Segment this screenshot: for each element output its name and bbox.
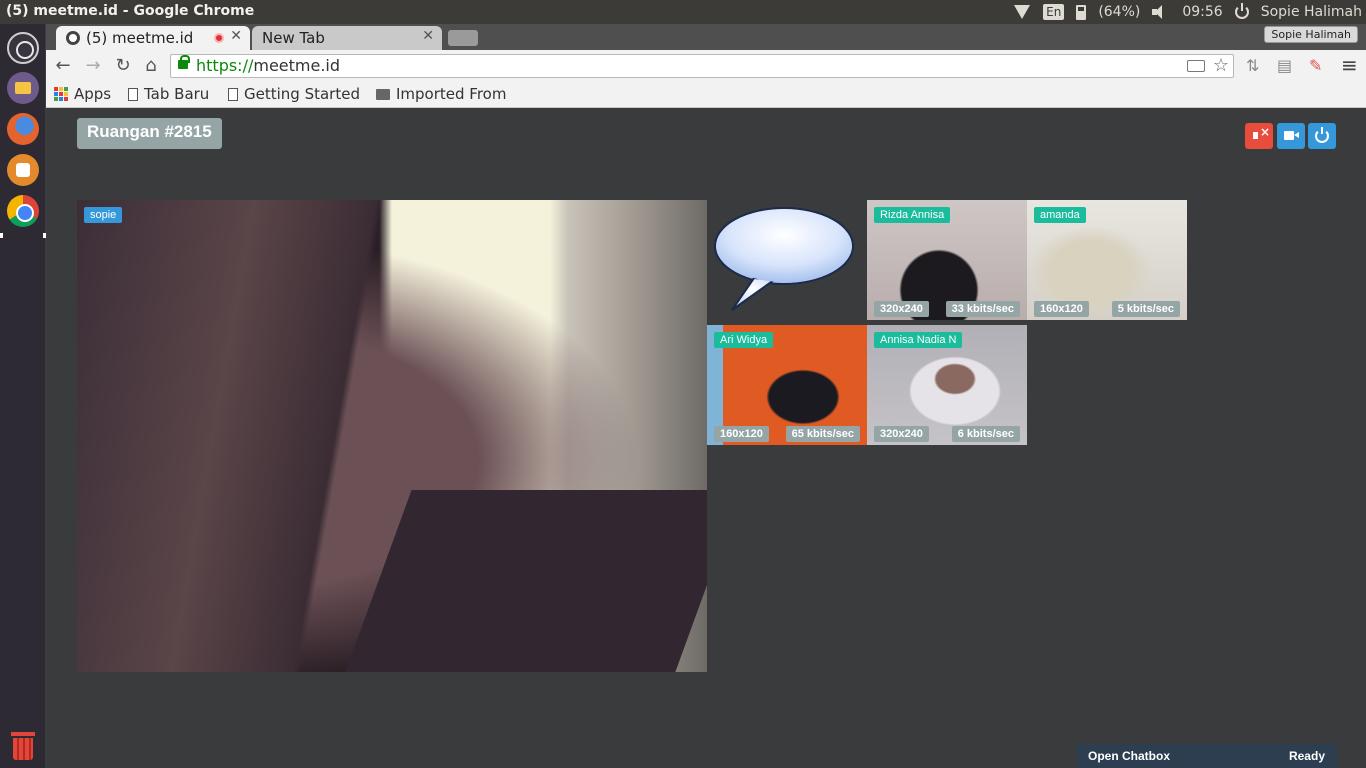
participant-video[interactable]: Rizda Annisa 320x240 33 kbits/sec bbox=[867, 200, 1027, 320]
chatbox-bar[interactable]: Open Chatbox Ready bbox=[1077, 744, 1337, 768]
participant-video[interactable]: Ari Widya 160x120 65 kbits/sec bbox=[707, 325, 867, 445]
participant-name-tag: Ari Widya bbox=[714, 332, 774, 348]
volume-icon[interactable] bbox=[1152, 5, 1170, 19]
folder-icon bbox=[376, 88, 390, 100]
home-icon[interactable]: ⌂ bbox=[140, 55, 162, 77]
back-icon[interactable]: ← bbox=[52, 55, 74, 77]
chrome-icon[interactable] bbox=[7, 195, 39, 227]
apps-grid-icon bbox=[54, 87, 68, 101]
page-icon bbox=[228, 87, 238, 101]
resolution-badge: 320x240 bbox=[874, 426, 929, 442]
camera-in-use-icon[interactable] bbox=[1187, 60, 1205, 72]
bookmark-getting-started[interactable]: Getting Started bbox=[228, 85, 360, 103]
bitrate-badge: 5 kbits/sec bbox=[1111, 301, 1180, 317]
participant-video[interactable]: amanda 160x120 5 kbits/sec bbox=[1027, 200, 1187, 320]
meetme-favicon-icon bbox=[66, 31, 80, 45]
chat-status: Ready bbox=[1288, 749, 1325, 763]
bitrate-badge: 6 kbits/sec bbox=[951, 426, 1020, 442]
extension-icon[interactable]: ⇅ bbox=[1246, 56, 1259, 75]
address-bar[interactable]: https://meetme.id ☆ bbox=[170, 54, 1234, 78]
bookmark-apps[interactable]: Apps bbox=[54, 85, 111, 103]
bookmarks-bar: Apps Tab Baru Getting Started Imported F… bbox=[46, 82, 1366, 108]
participant-name-tag: Annisa Nadia N bbox=[874, 332, 963, 348]
window-title: (5) meetme.id - Google Chrome bbox=[6, 3, 255, 19]
power-icon bbox=[1315, 127, 1329, 143]
dash-home-icon[interactable] bbox=[7, 32, 39, 64]
forward-icon[interactable]: → bbox=[82, 55, 104, 77]
bitrate-badge: 33 kbits/sec bbox=[945, 301, 1020, 317]
room-title: Ruangan #2815 bbox=[77, 118, 222, 149]
bookmark-tab-baru[interactable]: Tab Baru bbox=[128, 85, 209, 103]
speaker-mute-icon bbox=[1253, 125, 1270, 139]
new-tab-button[interactable] bbox=[448, 30, 478, 46]
eraser-extension-icon[interactable]: ✎ bbox=[1309, 56, 1322, 75]
page-content: Ruangan #2815 sopie Rizda Annisa 320x240… bbox=[46, 108, 1366, 768]
firefox-icon[interactable] bbox=[7, 113, 39, 145]
resolution-badge: 320x240 bbox=[874, 301, 929, 317]
tab-strip: (5) meetme.id ✕ New Tab ✕ Sopie Halimah bbox=[46, 24, 1366, 50]
battery-icon[interactable] bbox=[1076, 4, 1087, 20]
clock[interactable]: 09:56 bbox=[1182, 4, 1222, 20]
tab-label: New Tab bbox=[262, 29, 325, 47]
software-center-icon[interactable] bbox=[7, 154, 39, 186]
profile-button[interactable]: Sopie Halimah bbox=[1264, 26, 1358, 43]
participant-video[interactable]: Annisa Nadia N 320x240 6 kbits/sec bbox=[867, 325, 1027, 445]
participant-name-tag: amanda bbox=[1034, 207, 1086, 223]
menu-icon[interactable]: ≡ bbox=[1341, 53, 1358, 77]
camera-toggle-button[interactable] bbox=[1277, 123, 1305, 149]
browser-toolbar: ← → ↻ ⌂ https://meetme.id ☆ ⇅ ▤ ✎ ≡ bbox=[46, 50, 1366, 82]
open-chatbox-button[interactable]: Open Chatbox bbox=[1088, 749, 1170, 763]
participant-name-tag: Rizda Annisa bbox=[874, 207, 951, 223]
resolution-badge: 160x120 bbox=[1034, 301, 1089, 317]
main-video[interactable]: sopie bbox=[77, 200, 707, 672]
files-icon[interactable] bbox=[7, 72, 39, 104]
video-camera-icon bbox=[1284, 131, 1299, 140]
extension-icon[interactable]: ▤ bbox=[1277, 56, 1292, 75]
bookmark-folder-imported[interactable]: Imported From bbox=[376, 85, 506, 103]
os-top-panel: (5) meetme.id - Google Chrome En (64%) 0… bbox=[0, 0, 1366, 24]
wifi-icon[interactable] bbox=[1013, 5, 1031, 19]
session-user[interactable]: Sopie Halimah bbox=[1261, 4, 1362, 20]
leave-room-button[interactable] bbox=[1308, 123, 1336, 149]
battery-percent[interactable]: (64%) bbox=[1098, 4, 1140, 20]
launcher bbox=[0, 24, 46, 768]
tab-label: (5) meetme.id bbox=[86, 29, 194, 47]
keyboard-layout-indicator[interactable]: En bbox=[1043, 4, 1065, 20]
close-tab-icon[interactable]: ✕ bbox=[422, 28, 434, 44]
participant-name-tag: sopie bbox=[84, 207, 123, 223]
speech-bubble-icon bbox=[714, 207, 854, 311]
close-tab-icon[interactable]: ✕ bbox=[230, 28, 242, 44]
recording-icon bbox=[214, 33, 224, 43]
mute-audio-button[interactable] bbox=[1245, 123, 1273, 149]
trash-icon[interactable] bbox=[11, 732, 35, 760]
url-text[interactable]: https://meetme.id bbox=[196, 55, 340, 77]
bookmark-star-icon[interactable]: ☆ bbox=[1213, 55, 1229, 77]
running-indicator bbox=[0, 233, 3, 238]
bitrate-badge: 65 kbits/sec bbox=[785, 426, 860, 442]
lock-icon[interactable] bbox=[178, 55, 190, 69]
reload-icon[interactable]: ↻ bbox=[112, 55, 134, 77]
tab-new-tab[interactable]: New Tab ✕ bbox=[252, 26, 442, 50]
tab-meetme[interactable]: (5) meetme.id ✕ bbox=[56, 26, 250, 50]
session-icon[interactable] bbox=[1234, 3, 1249, 19]
page-icon bbox=[128, 87, 138, 101]
resolution-badge: 160x120 bbox=[714, 426, 769, 442]
